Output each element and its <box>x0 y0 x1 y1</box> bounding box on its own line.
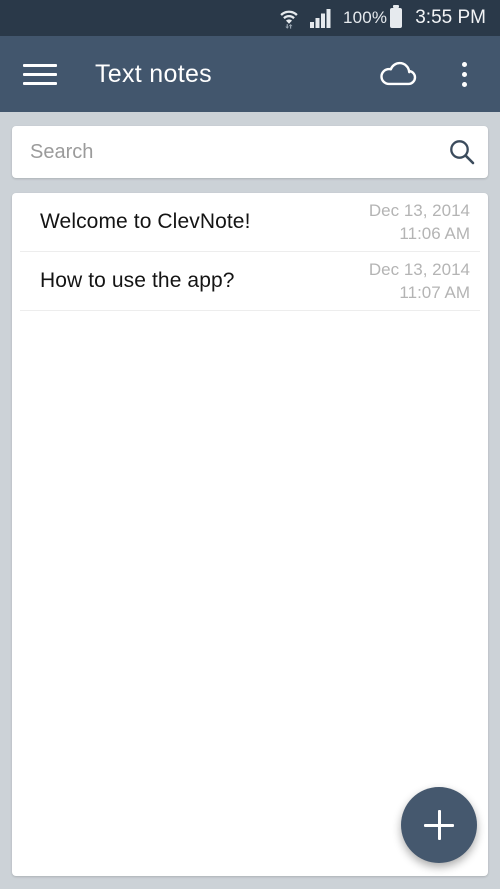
status-bar-clock: 3:55 PM <box>415 7 486 28</box>
battery-percent-label: 100% <box>342 8 388 27</box>
note-title: Welcome to ClevNote! <box>40 210 251 233</box>
overflow-dot <box>461 81 467 87</box>
note-title: How to use the app? <box>40 269 235 292</box>
overflow-menu-icon[interactable] <box>440 50 488 98</box>
cloud-icon[interactable] <box>374 50 422 98</box>
notes-list-card: Welcome to ClevNote! Dec 13, 2014 11:06 … <box>12 193 488 876</box>
note-date: Dec 13, 2014 <box>368 260 470 279</box>
overflow-dot <box>461 61 467 67</box>
app-root: 100% 3:55 PM Text notes Search Welcome t… <box>0 0 500 889</box>
hamburger-bar <box>23 63 57 67</box>
plus-icon <box>437 810 441 840</box>
battery-status: 100% <box>342 8 403 28</box>
table-row[interactable]: How to use the app? Dec 13, 2014 11:07 A… <box>20 252 480 311</box>
search-input[interactable] <box>30 140 436 164</box>
note-timestamp: Dec 13, 2014 11:07 AM <box>369 258 470 304</box>
hamburger-bar <box>23 81 57 85</box>
note-timestamp: Dec 13, 2014 11:06 AM <box>369 199 470 245</box>
status-bar: 100% 3:55 PM <box>0 0 500 36</box>
note-time: 11:07 AM <box>399 283 470 302</box>
page-title: Text notes <box>95 59 212 88</box>
overflow-dots <box>461 61 467 87</box>
battery-full-icon <box>390 8 403 28</box>
wifi-icon <box>279 7 299 29</box>
search-icon[interactable] <box>436 126 488 178</box>
cellular-signal-icon <box>309 8 332 28</box>
table-row[interactable]: Welcome to ClevNote! Dec 13, 2014 11:06 … <box>20 193 480 252</box>
add-note-fab[interactable] <box>401 787 477 863</box>
note-time: 11:06 AM <box>399 224 470 243</box>
note-date: Dec 13, 2014 <box>368 201 470 220</box>
app-bar: Text notes <box>0 36 500 112</box>
hamburger-bar <box>23 72 57 76</box>
search-card <box>12 126 488 178</box>
overflow-dot <box>461 71 467 77</box>
hamburger-menu-icon[interactable] <box>23 57 57 91</box>
